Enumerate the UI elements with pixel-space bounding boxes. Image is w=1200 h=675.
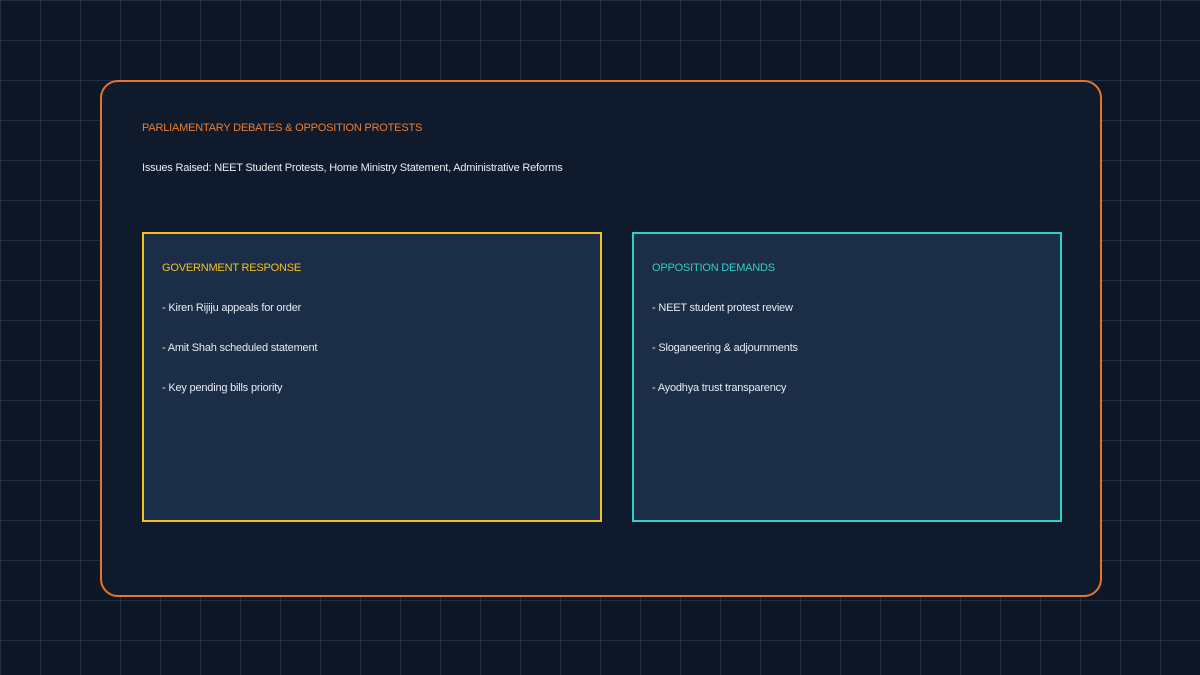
opposition-demands-item: - Ayodhya trust transparency — [652, 382, 787, 394]
government-response-card: GOVERNMENT RESPONSE - Kiren Rijiju appea… — [142, 232, 602, 522]
debate-panel: PARLIAMENTARY DEBATES & OPPOSITION PROTE… — [100, 80, 1102, 597]
government-response-item: - Amit Shah scheduled statement — [162, 342, 318, 354]
opposition-demands-item: - Sloganeering & adjournments — [652, 342, 798, 354]
opposition-demands-item: - NEET student protest review — [652, 302, 793, 314]
issues-raised-text: Issues Raised: NEET Student Protests, Ho… — [142, 162, 563, 174]
government-response-title: GOVERNMENT RESPONSE — [162, 262, 302, 274]
opposition-demands-card: OPPOSITION DEMANDS - NEET student protes… — [632, 232, 1062, 522]
page-background: { "panel": { "title": "PARLIAMENTARY DEB… — [0, 0, 1200, 675]
panel-title: PARLIAMENTARY DEBATES & OPPOSITION PROTE… — [142, 122, 423, 134]
opposition-demands-title: OPPOSITION DEMANDS — [652, 262, 775, 274]
government-response-item: - Kiren Rijiju appeals for order — [162, 302, 302, 314]
government-response-item: - Key pending bills priority — [162, 382, 283, 394]
